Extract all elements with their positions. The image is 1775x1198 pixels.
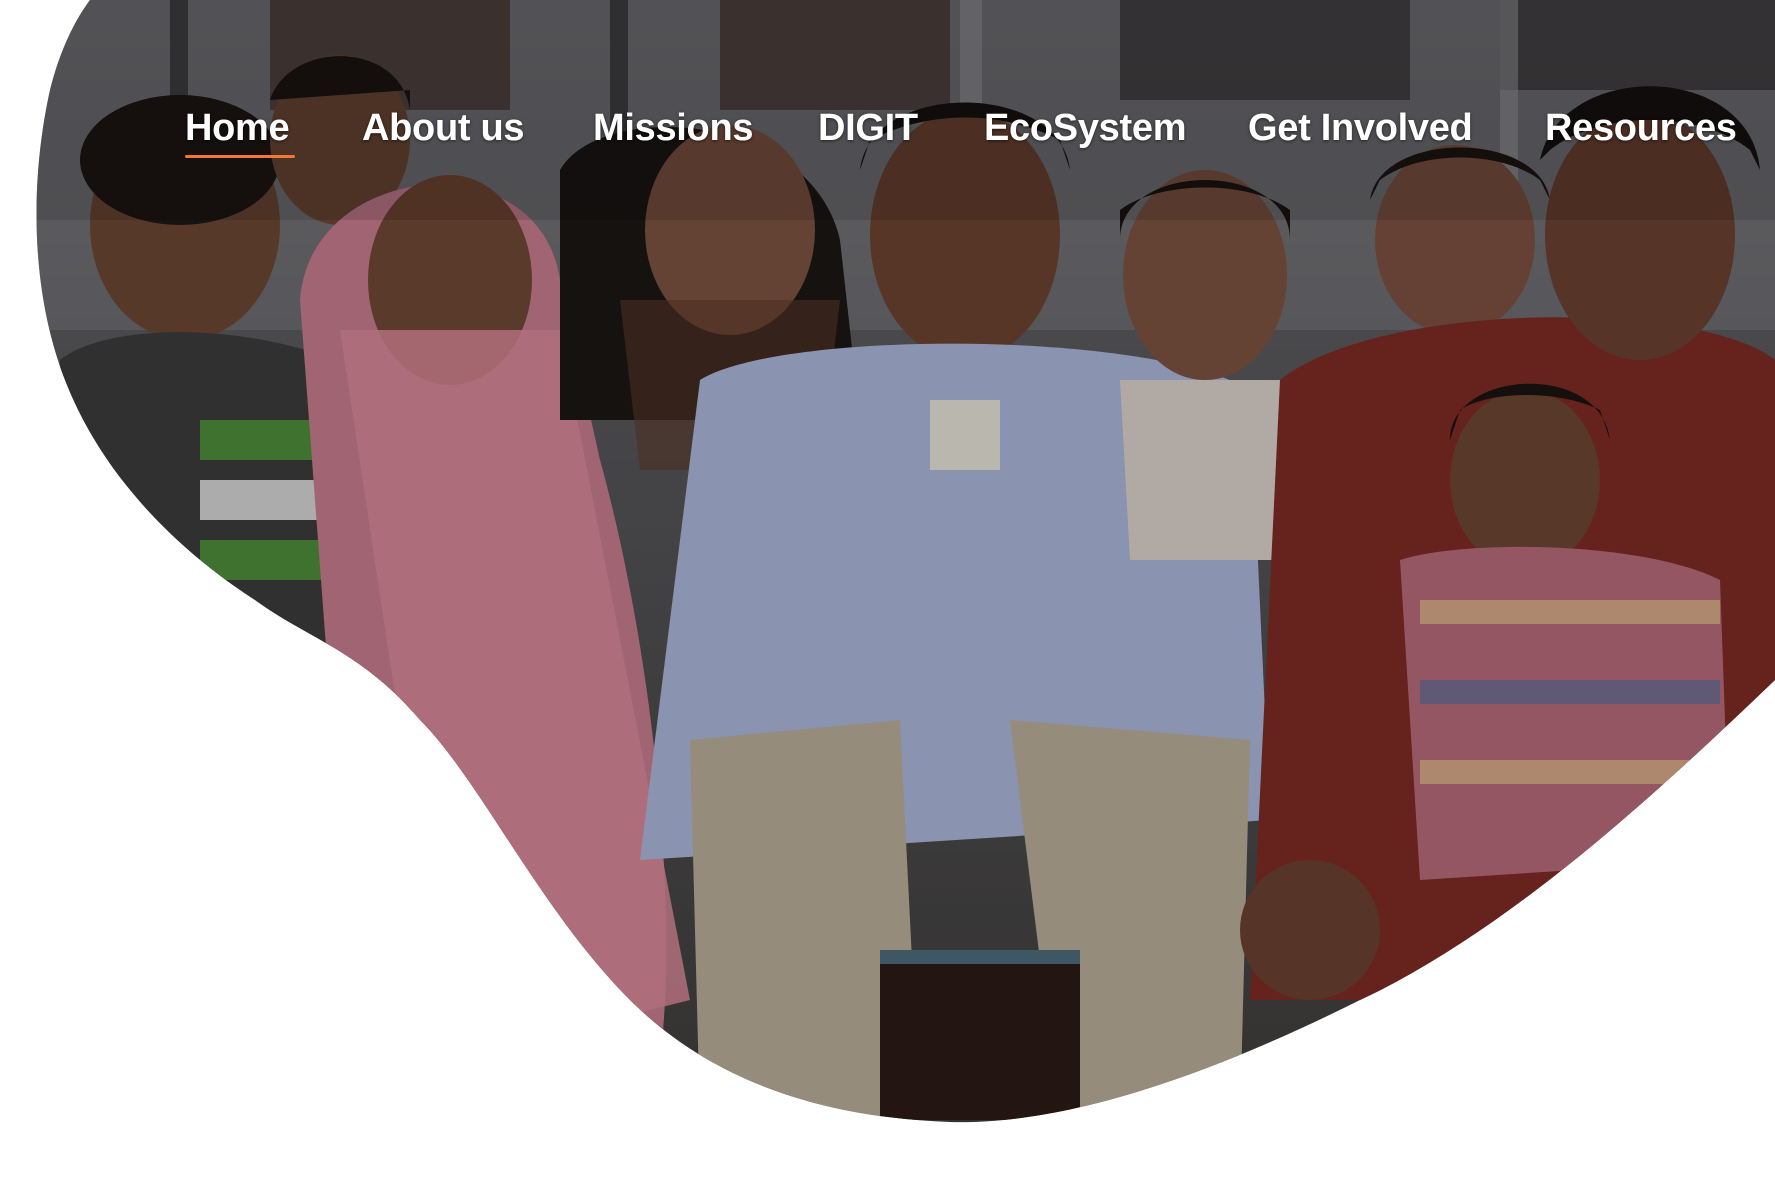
main-nav: Home About us Missions DIGIT EcoSystem G… xyxy=(0,100,1775,160)
nav-ecosystem-link[interactable]: EcoSystem xyxy=(984,100,1186,160)
nav-digit-link[interactable]: DIGIT xyxy=(818,100,918,160)
nav-home-link[interactable]: Home xyxy=(185,100,296,160)
nav-about-us-link[interactable]: About us xyxy=(362,100,525,160)
hero-image xyxy=(36,0,1775,1123)
nav-missions-link[interactable]: Missions xyxy=(593,100,754,160)
nav-resources-link[interactable]: Resources xyxy=(1545,100,1737,160)
nav-get-involved-link[interactable]: Get Involved xyxy=(1248,100,1473,160)
hero-banner: Home About us Missions DIGIT EcoSystem G… xyxy=(0,0,1775,1198)
